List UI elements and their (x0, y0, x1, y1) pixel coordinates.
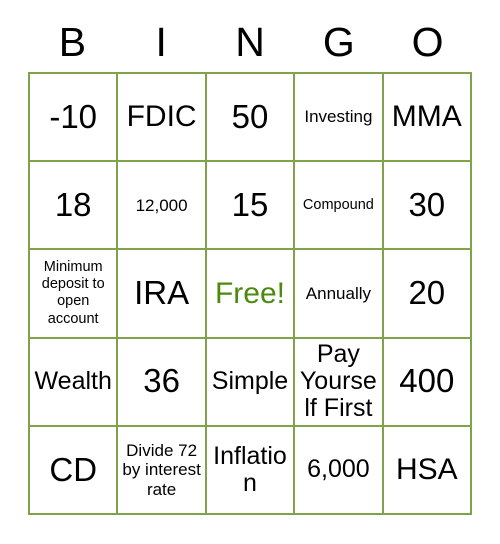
bingo-cell-r4c3[interactable]: Simple (206, 338, 296, 427)
bingo-cell-label: 20 (408, 274, 446, 312)
bingo-cell-label: 15 (231, 185, 269, 223)
bingo-cell-r1c3[interactable]: 50 (206, 74, 296, 163)
bingo-cell-label: Pay Yourself First (299, 340, 377, 423)
bingo-cell-r5c1[interactable]: CD (30, 426, 119, 515)
bingo-cell-label: 6,000 (307, 455, 370, 484)
bingo-header-letter-i: I (155, 18, 167, 65)
bingo-grid: -10 FDIC 50 Investing MMA 18 12,000 15 Compound 3… (28, 72, 472, 515)
bingo-header-letter-b: B (58, 18, 87, 65)
bingo-cell-r5c2[interactable]: Divide 72 by interest rate (118, 426, 207, 515)
bingo-header-row: B I N G O (28, 12, 472, 72)
bingo-cell-label: -10 (49, 97, 98, 135)
bingo-cell-label: HSA (395, 453, 458, 487)
bingo-cell-r2c5[interactable]: 30 (383, 162, 472, 251)
bingo-free-space-label: Free! (214, 276, 285, 310)
bingo-cell-r4c2[interactable]: 36 (118, 338, 207, 427)
bingo-header-letter-g: G (322, 18, 355, 65)
bingo-cell-label: 50 (231, 97, 269, 135)
bingo-cell-label: Wealth (34, 367, 112, 396)
bingo-cell-label: MMA (391, 100, 462, 134)
bingo-card: B I N G O -10 FDIC 50 Investing MMA 18 12,000 1… (0, 0, 500, 544)
bingo-cell-r5c5[interactable]: HSA (383, 426, 472, 515)
bingo-cell-r1c2[interactable]: FDIC (118, 74, 207, 163)
bingo-cell-label: 12,000 (135, 195, 188, 215)
bingo-cell-label: FDIC (126, 100, 197, 134)
bingo-cell-r4c4[interactable]: Pay Yourself First (295, 338, 384, 427)
bingo-cell-label: Inflation (213, 441, 287, 497)
bingo-cell-label: Investing (304, 107, 373, 127)
bingo-cell-label: IRA (134, 274, 190, 312)
bingo-cell-r4c5[interactable]: 400 (383, 338, 472, 427)
bingo-cell-label: Simple (211, 367, 289, 396)
bingo-cell-r3c5[interactable]: 20 (383, 250, 472, 339)
bingo-cell-r2c1[interactable]: 18 (30, 162, 119, 251)
bingo-cell-label: 30 (408, 185, 446, 223)
bingo-cell-r4c1[interactable]: Wealth (30, 338, 119, 427)
bingo-cell-label: Compound (302, 196, 374, 213)
bingo-cell-label: 400 (399, 362, 455, 400)
bingo-cell-r3c3[interactable]: Free! (206, 250, 296, 339)
bingo-cell-label: Annually (305, 283, 371, 303)
bingo-cell-r5c3[interactable]: Inflation (206, 426, 296, 515)
bingo-cell-r3c2[interactable]: IRA (118, 250, 207, 339)
bingo-cell-label: Divide 72 by interest rate (122, 440, 201, 499)
bingo-cell-r3c1[interactable]: Minimum deposit to open account (30, 250, 119, 339)
bingo-cell-r3c4[interactable]: Annually (295, 250, 384, 339)
bingo-cell-label: 18 (54, 185, 92, 223)
bingo-cell-label: 36 (143, 362, 180, 400)
bingo-cell-r5c4[interactable]: 6,000 (295, 426, 384, 515)
bingo-header-letter-o: O (411, 18, 444, 65)
bingo-cell-r1c5[interactable]: MMA (383, 74, 472, 163)
bingo-cell-r1c1[interactable]: -10 (30, 74, 119, 163)
bingo-cell-label: Minimum deposit to open account (41, 258, 105, 327)
bingo-cell-r2c4[interactable]: Compound (295, 162, 384, 251)
bingo-cell-r1c4[interactable]: Investing (295, 74, 384, 163)
bingo-cell-r2c3[interactable]: 15 (206, 162, 296, 251)
bingo-header-letter-n: N (235, 18, 265, 65)
bingo-cell-label: CD (49, 450, 98, 488)
bingo-cell-r2c2[interactable]: 12,000 (118, 162, 207, 251)
